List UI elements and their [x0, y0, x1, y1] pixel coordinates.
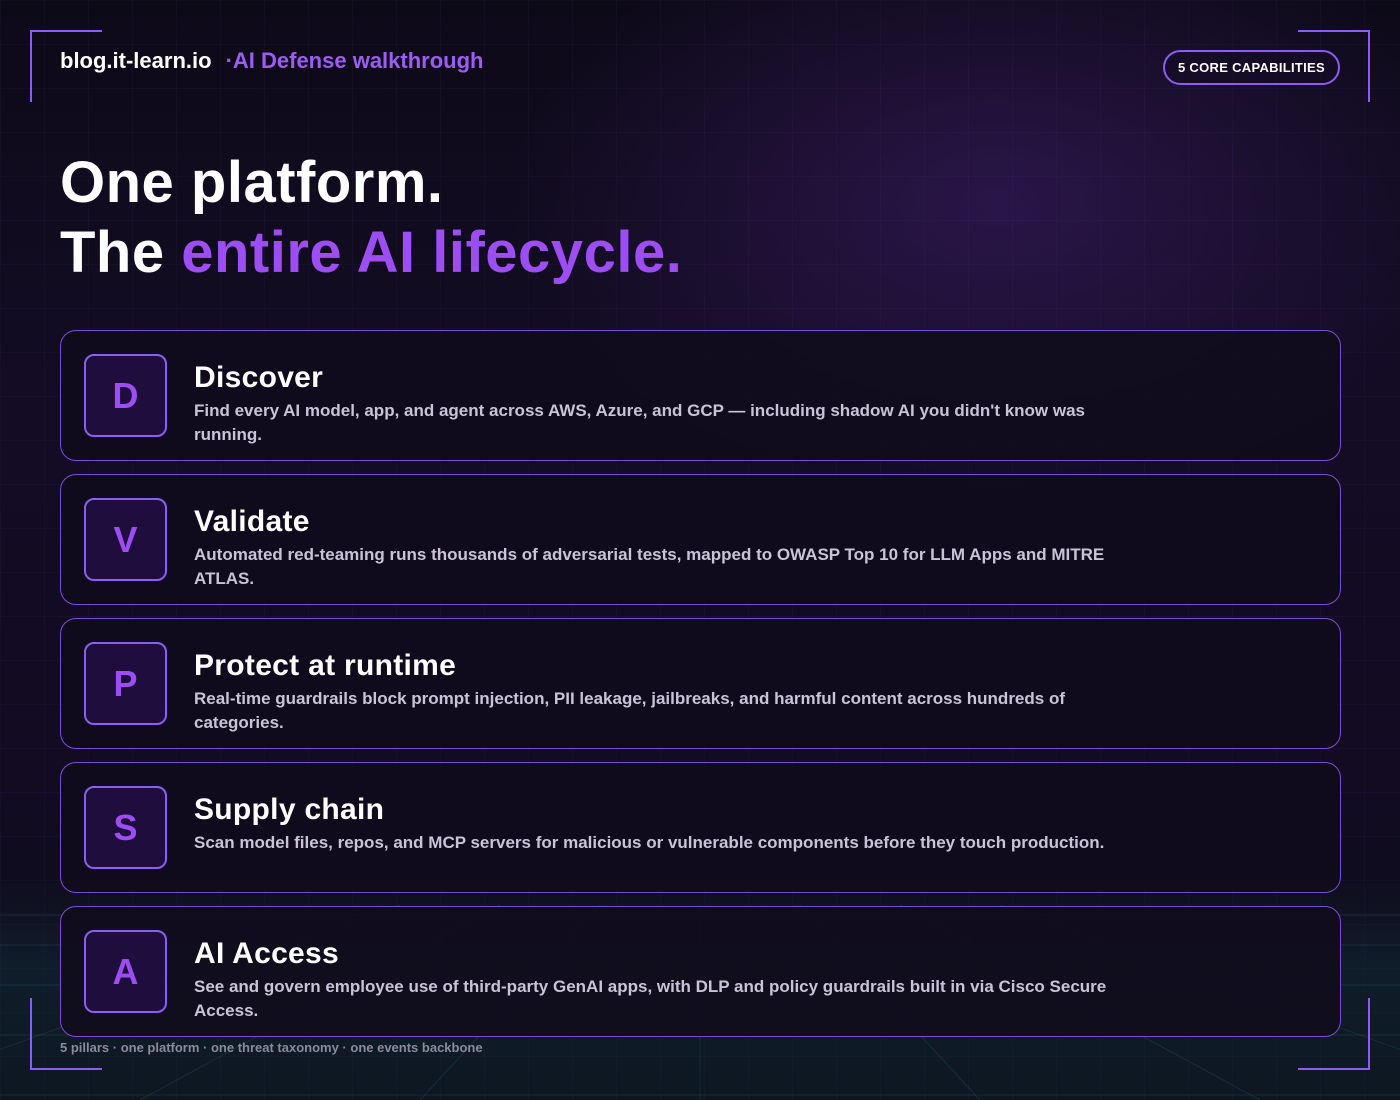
- capability-title: Validate: [194, 505, 310, 538]
- capability-description: Scan model files, repos, and MCP servers…: [194, 833, 1105, 852]
- hero-line-2-accent: entire AI lifecycle.: [181, 220, 683, 285]
- capability-list: D Discover Find every AI model, app, and…: [60, 330, 1341, 1050]
- hero-heading: One platform. The entire AI lifecycle.: [60, 148, 682, 288]
- capability-title: Discover: [194, 361, 324, 394]
- capability-letter-tile: S: [84, 786, 167, 869]
- capability-card-ai-access: A AI Access See and govern employee use …: [60, 906, 1341, 1037]
- site-name[interactable]: blog.it-learn.io: [60, 48, 212, 74]
- capability-letter-tile: D: [84, 354, 167, 437]
- capability-title: Supply chain: [194, 793, 385, 826]
- hero-line-1: One platform.: [60, 150, 444, 215]
- capability-description: Automated red-teaming runs thousands of …: [194, 545, 1105, 588]
- capability-description: Find every AI model, app, and agent acro…: [194, 401, 1086, 444]
- capabilities-badge: 5 CORE CAPABILITIES: [1162, 50, 1340, 85]
- capability-letter-tile: V: [84, 498, 167, 581]
- capability-card-discover: D Discover Find every AI model, app, and…: [60, 330, 1341, 461]
- page-subtitle: ·AI Defense walkthrough: [225, 48, 484, 73]
- capability-title: Protect at runtime: [194, 649, 457, 682]
- capability-title: AI Access: [194, 937, 340, 970]
- capability-card-supply-chain: S Supply chain Scan model files, repos, …: [60, 762, 1341, 893]
- capability-card-validate: V Validate Automated red-teaming runs th…: [60, 474, 1341, 605]
- capability-card-protect: P Protect at runtime Real-time guardrail…: [60, 618, 1341, 749]
- capability-letter-tile: P: [84, 642, 167, 725]
- capability-description: Real-time guardrails block prompt inject…: [194, 689, 1065, 732]
- hero-line-2-prefix: The: [60, 220, 182, 285]
- capability-letter-tile: A: [84, 930, 167, 1013]
- header: blog.it-learn.io ·AI Defense walkthrough: [60, 48, 483, 74]
- footer-tagline: 5 pillars · one platform · one threat ta…: [60, 1040, 483, 1055]
- capability-description: See and govern employee use of third-par…: [194, 977, 1107, 1020]
